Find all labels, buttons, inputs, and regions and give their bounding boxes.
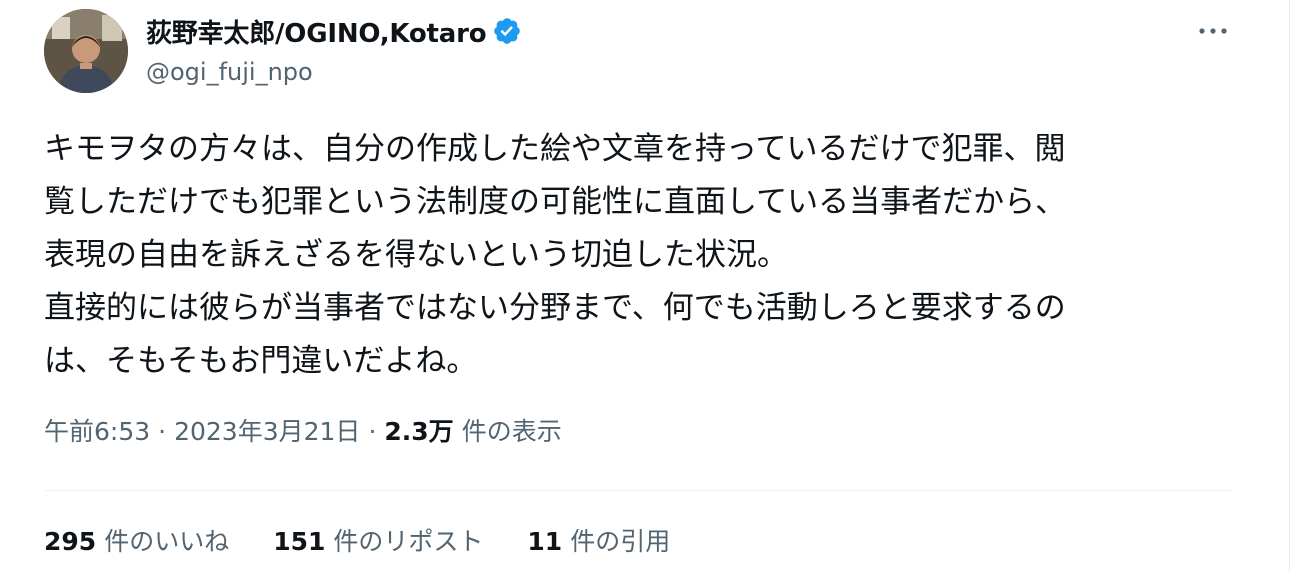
likes-stat[interactable]: 295 件のいいね [44,522,229,558]
engagement-stats: 295 件のいいね 151 件のリポスト 11 件の引用 [44,522,714,558]
user-photo-avatar-icon [44,9,128,93]
tweet-text-line: キモヲタの方々は、自分の作成した絵や文章を持っているだけで犯罪、閲 [44,131,1066,167]
author-display-name[interactable]: 荻野幸太郎/OGINO,Kotaro [146,13,487,50]
divider [44,490,1232,491]
verified-badge-icon[interactable] [492,16,522,46]
tweet-text: キモヲタの方々は、自分の作成した絵や文章を持っているだけで犯罪、閲 覧しただけで… [44,123,1224,388]
tweet-text-line: 覧しただけでも犯罪という法制度の可能性に直面している当事者だから、 [44,184,1067,220]
tweet-detail: 荻野幸太郎/OGINO,Kotaro @ogi_fuji_npo キモヲタの方々… [0,0,1290,572]
meta-separator: · [158,417,167,446]
likes-label: 件のいいね [104,527,230,556]
more-options-button[interactable] [1191,14,1235,48]
author-avatar[interactable] [44,9,128,93]
tweet-time[interactable]: 午前6:53 [44,412,150,448]
meta-separator: · [368,417,377,446]
tweet-text-line: は、そもそもお門違いだよね。 [44,343,478,379]
tweet-text-line: 直接的には彼らが当事者ではない分野まで、何でも活動しろと要求するの [44,290,1066,326]
reposts-count: 151 [273,527,326,556]
tweet-date[interactable]: 2023年3月21日 [174,412,360,448]
author-handle[interactable]: @ogi_fuji_npo [146,58,313,86]
views-count: 2.3万 [384,417,454,446]
reposts-stat[interactable]: 151 件のリポスト [273,522,483,558]
tweet-text-line: 表現の自由を訴えざるを得ないという切迫した状況。 [44,237,788,273]
author-name-row: 荻野幸太郎/OGINO,Kotaro [146,13,522,50]
views-label: 件の表示 [461,417,562,446]
reposts-label: 件のリポスト [333,527,484,556]
more-options-icon [1199,28,1227,34]
quotes-stat[interactable]: 11 件の引用 [527,522,670,558]
quotes-count: 11 [527,527,563,556]
quotes-label: 件の引用 [570,527,671,556]
tweet-meta: 午前6:53 · 2023年3月21日 · 2.3万 件の表示 [44,412,562,448]
likes-count: 295 [44,527,97,556]
